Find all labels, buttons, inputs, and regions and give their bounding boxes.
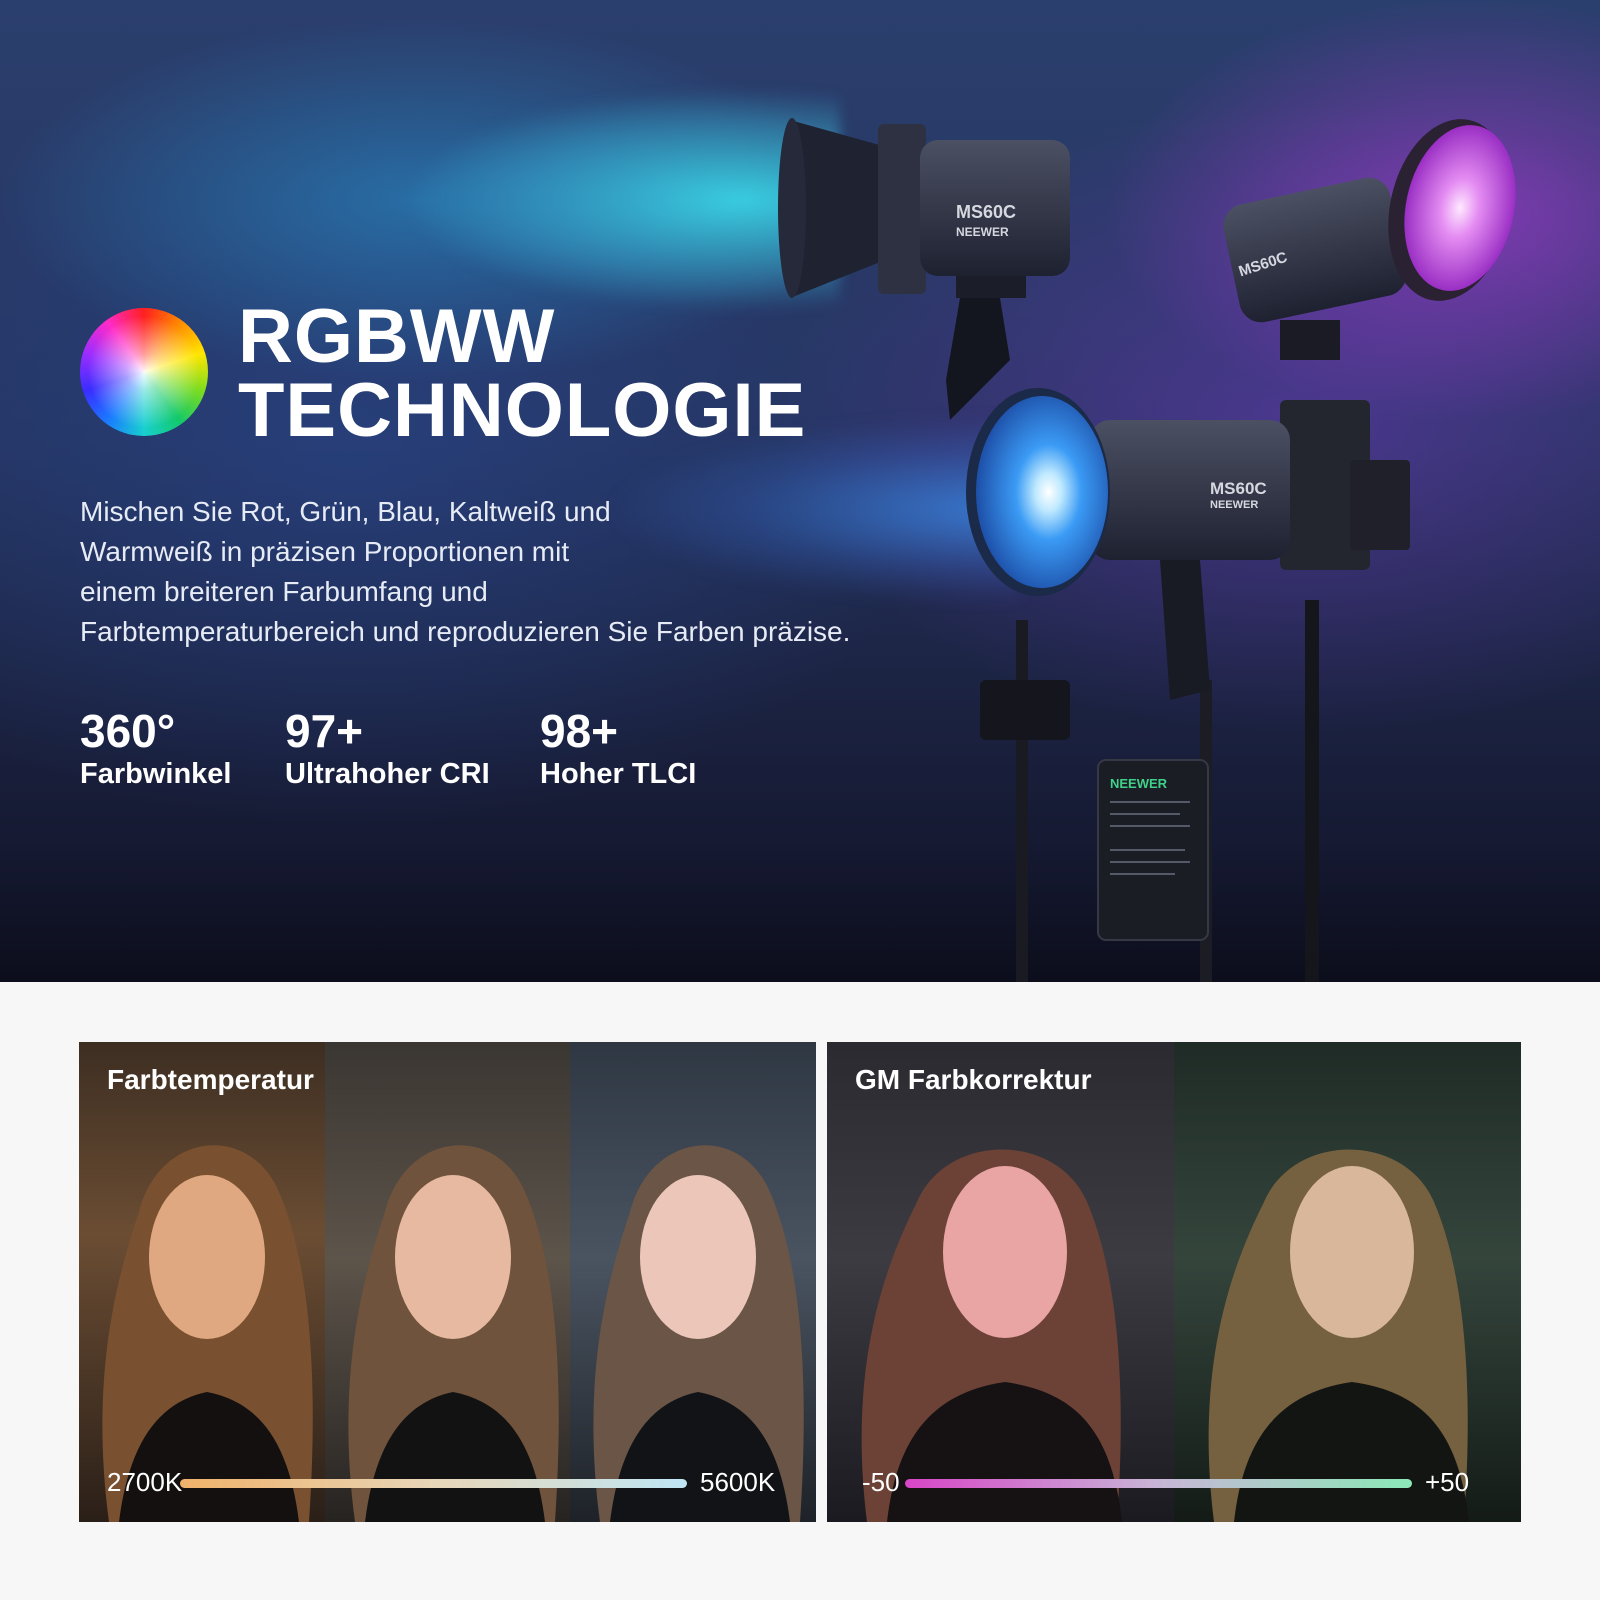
portrait-cool	[570, 1042, 816, 1522]
portrait-silhouette	[102, 1145, 313, 1522]
light-middle: MS60C NEEWER	[966, 388, 1290, 740]
gm-correction-panel: GM Farbkorrektur	[827, 1042, 1521, 1522]
light-stand-pole	[1305, 600, 1319, 982]
headline-line-2: TECHNOLOGIE	[238, 368, 807, 453]
stat-value: 98+	[540, 705, 619, 757]
stat-cri: 97+ Ultrahoher CRI	[285, 706, 490, 792]
stat-label: Ultrahoher CRI	[285, 758, 490, 790]
portrait-green	[1174, 1042, 1521, 1522]
portrait-neutral	[325, 1042, 570, 1522]
svg-text:NEEWER: NEEWER	[1210, 499, 1258, 511]
stat-tlci: 98+ Hoher TLCI	[540, 706, 696, 792]
description-line: Warmweiß in präzisen Proportionen mit	[80, 536, 570, 567]
description-line: Farbtemperaturbereich und reproduzieren …	[80, 616, 851, 647]
gm-correction-gradient-bar	[905, 1479, 1412, 1488]
panel-title: GM Farbkorrektur	[855, 1064, 1092, 1095]
panel-title: Farbtemperatur	[107, 1064, 314, 1095]
hero-banner: MS60C NEEWER MS60C MS60C NEEWER NEEWER R…	[0, 0, 1600, 982]
scale-min-label: -50	[862, 1467, 900, 1497]
stat-label: Farbwinkel	[80, 758, 232, 790]
scale-max-label: +50	[1425, 1467, 1470, 1497]
studio-lights-illustration: MS60C NEEWER MS60C MS60C NEEWER NEEWER	[778, 118, 1516, 982]
color-temperature-panel: Farbtemperatur	[79, 1042, 816, 1522]
light-top: MS60C NEEWER	[778, 118, 1070, 420]
description-line: Mischen Sie Rot, Grün, Blau, Kaltweiß un…	[80, 496, 611, 527]
battery-pack: NEEWER	[1097, 759, 1209, 941]
scale-max-label: 5600K	[700, 1467, 776, 1497]
color-temperature-gradient-bar	[180, 1479, 687, 1488]
stat-value: 97+	[285, 705, 364, 757]
headline-line-1: RGBWW	[238, 294, 556, 379]
stat-value: 360°	[80, 705, 176, 757]
portrait-warm	[79, 1042, 325, 1522]
light-model-label: MS60C	[956, 202, 1016, 222]
light-stand-pole	[1016, 620, 1028, 982]
battery-brand-label: NEEWER	[1110, 776, 1168, 791]
light-brand-label: NEEWER	[956, 225, 1009, 239]
stat-color-angle: 360° Farbwinkel	[80, 706, 232, 792]
description: Mischen Sie Rot, Grün, Blau, Kaltweiß un…	[80, 492, 851, 652]
color-wheel-icon	[80, 308, 208, 436]
portrait-magenta	[827, 1042, 1174, 1522]
headline: RGBWW TECHNOLOGIE	[238, 294, 807, 453]
description-line: einem breiteren Farbumfang und	[80, 576, 488, 607]
stat-label: Hoher TLCI	[540, 758, 697, 790]
scale-min-label: 2700K	[107, 1467, 183, 1497]
svg-text:MS60C: MS60C	[1210, 479, 1267, 498]
